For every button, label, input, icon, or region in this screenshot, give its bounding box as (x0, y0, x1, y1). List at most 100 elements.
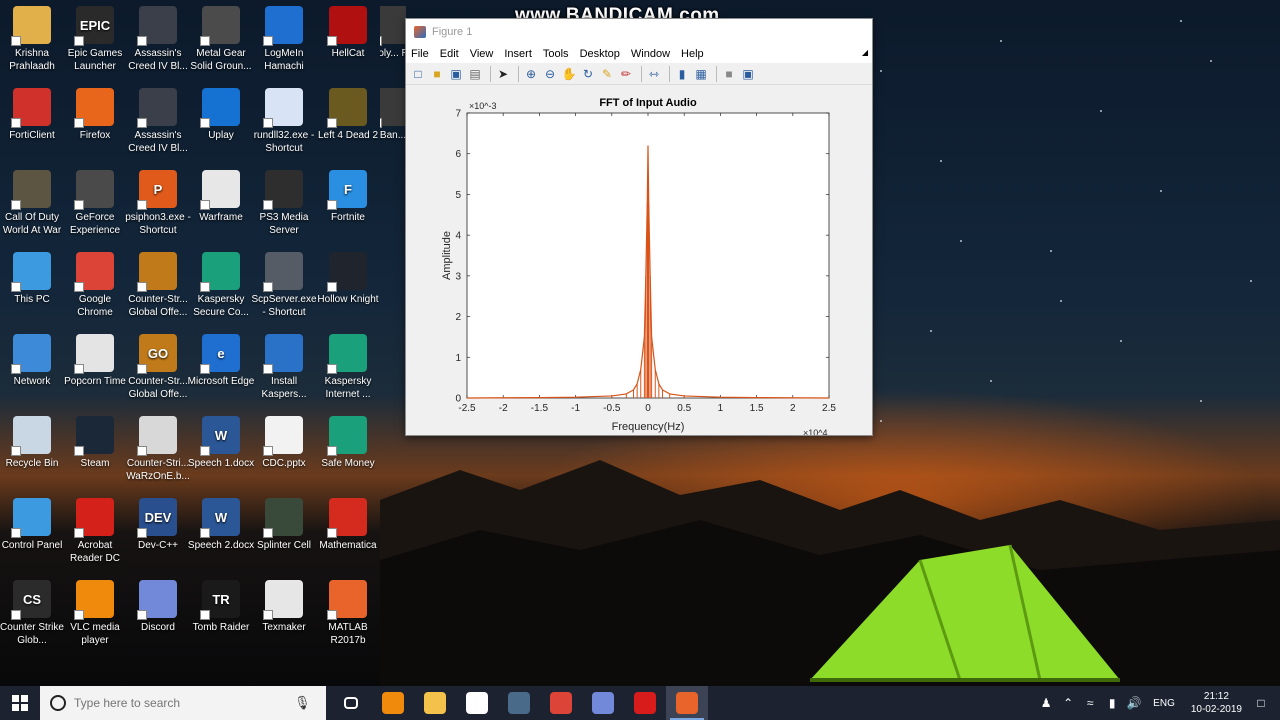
desktop-icon[interactable]: Counter-Str... Global Offe... (126, 248, 190, 328)
link-plot-icon[interactable]: ⇿ (646, 66, 662, 82)
open-file-icon[interactable]: ■ (429, 66, 445, 82)
desktop-icon[interactable]: Metal Gear Solid Groun... (189, 2, 253, 82)
insert-legend-icon[interactable]: ▦ (693, 66, 709, 82)
dock-arrow-icon[interactable]: ◢ (862, 48, 868, 57)
show-plot-tools-icon[interactable]: ▣ (740, 66, 756, 82)
menu-desktop[interactable]: Desktop (580, 48, 620, 60)
action-center-icon[interactable]: □ (1250, 696, 1272, 710)
desktop-icon[interactable]: Kaspersky Internet ... (316, 330, 380, 410)
desktop-icon[interactable]: Kaspersky Secure Co... (189, 248, 253, 328)
taskbar-app-button[interactable] (456, 686, 498, 720)
battery-icon[interactable]: ▮ (1101, 696, 1123, 710)
desktop-icon[interactable]: Assassin's Creed IV Bl... (126, 2, 190, 82)
desktop-icon[interactable]: This PC (0, 248, 64, 328)
menu-tools[interactable]: Tools (543, 48, 569, 60)
desktop-icon[interactable]: VLC media player (63, 576, 127, 656)
desktop-icon[interactable]: Acrobat Reader DC (63, 494, 127, 574)
microphone-icon[interactable]: 🎙 (294, 695, 311, 711)
taskbar-app-button[interactable] (330, 686, 372, 720)
desktop-icon[interactable]: Recycle Bin (0, 412, 64, 492)
zoom-out-icon[interactable]: ⊖ (542, 66, 558, 82)
zoom-in-icon[interactable]: ⊕ (523, 66, 539, 82)
wifi-icon[interactable]: ≈ (1079, 696, 1101, 710)
show-hidden-icons-chevron-icon[interactable]: ⌃ (1057, 696, 1079, 710)
desktop-icon[interactable]: Hollow Knight (316, 248, 380, 328)
desktop-icon[interactable]: e Microsoft Edge (188, 330, 254, 410)
start-button[interactable] (0, 686, 40, 720)
desktop-icon[interactable]: ScpServer.exe - Shortcut (251, 248, 317, 328)
desktop-icon[interactable]: W Speech 1.docx (188, 412, 254, 492)
desktop-icon[interactable]: TR Tomb Raider (189, 576, 253, 656)
taskbar-app-button[interactable] (372, 686, 414, 720)
taskbar-app-button[interactable] (540, 686, 582, 720)
desktop-icon[interactable]: FortiClient (0, 84, 64, 164)
data-cursor-icon[interactable]: ✎ (599, 66, 615, 82)
menu-help[interactable]: Help (681, 48, 704, 60)
desktop-icon[interactable]: Texmaker (252, 576, 316, 656)
desktop-icon[interactable]: Assassin's Creed IV Bl... (126, 84, 190, 164)
clock[interactable]: 21:12 10-02-2019 (1191, 690, 1242, 716)
save-icon[interactable]: ▣ (448, 66, 464, 82)
desktop-icon[interactable]: GeForce Experience (63, 166, 127, 246)
search-input[interactable] (74, 696, 294, 710)
taskbar-app-button[interactable] (414, 686, 456, 720)
desktop-icon[interactable]: Steam (63, 412, 127, 492)
desktop-icon[interactable]: EPIC Epic Games Launcher (63, 2, 127, 82)
print-icon[interactable]: ▤ (467, 66, 483, 82)
desktop-icon[interactable]: Install Kaspers... (252, 330, 316, 410)
rotate-3d-icon[interactable]: ↻ (580, 66, 596, 82)
desktop-icon[interactable]: LogMeIn Hamachi (252, 2, 316, 82)
desktop-icon[interactable]: GO Counter-Str... Global Offe... (126, 330, 190, 410)
taskbar-app-button[interactable] (624, 686, 666, 720)
menu-file[interactable]: File (411, 48, 429, 60)
desktop-icon[interactable]: Counter-Stri... WaRzOnE.b... (126, 412, 190, 492)
desktop-icon[interactable]: Warframe (189, 166, 253, 246)
desktop-icon[interactable]: Popcorn Time (63, 330, 127, 410)
desktop-icon[interactable]: Poly... R2 (380, 2, 406, 82)
desktop-icon[interactable]: DEV Dev-C++ (126, 494, 190, 574)
taskbar-app-button[interactable] (666, 686, 708, 720)
new-figure-icon[interactable]: □ (410, 66, 426, 82)
figure-titlebar[interactable]: Figure 1 (406, 19, 872, 45)
desktop-icon[interactable]: Google Chrome (63, 248, 127, 328)
matlab-figure-window[interactable]: Figure 1 File Edit View Insert Tools Des… (405, 18, 873, 438)
desktop-icon[interactable]: Left 4 Dead 2 (316, 84, 380, 164)
desktop-icon[interactable]: Control Panel (0, 494, 64, 574)
desktop-icon[interactable]: CS Counter Strike Glob... (0, 576, 64, 656)
desktop-icon[interactable]: Firefox (63, 84, 127, 164)
fft-plot[interactable]: FFT of Input Audio Frequency(Hz) Amplitude… (406, 86, 872, 438)
language-indicator[interactable]: ENG (1153, 698, 1175, 709)
menu-view[interactable]: View (470, 48, 494, 60)
menu-edit[interactable]: Edit (440, 48, 459, 60)
desktop-icon[interactable]: Ban... (380, 84, 406, 164)
people-icon[interactable]: ♟ (1035, 696, 1057, 710)
desktop-icon[interactable]: Network (0, 330, 64, 410)
desktop-icon[interactable]: W Speech 2.docx (188, 494, 254, 574)
taskbar-app-button[interactable] (582, 686, 624, 720)
brush-icon[interactable]: ✏ (618, 66, 634, 82)
insert-colorbar-icon[interactable]: ▮ (674, 66, 690, 82)
volume-icon[interactable]: 🔊 (1123, 696, 1145, 710)
desktop-icon[interactable]: Ppsiphon3.exe - Shortcut (125, 166, 191, 246)
desktop-icon[interactable]: rundll32.exe - Shortcut (252, 84, 316, 164)
menu-insert[interactable]: Insert (504, 48, 532, 60)
taskbar-app-button[interactable] (498, 686, 540, 720)
desktop-icon[interactable]: MATLAB R2017b (316, 576, 380, 656)
desktop-icon[interactable]: Call Of Duty World At War (0, 166, 64, 246)
desktop-icon[interactable]: Mathematica (316, 494, 380, 574)
desktop-icon[interactable]: Krishna Prahlaadh (0, 2, 64, 82)
pan-hand-icon[interactable]: ✋ (561, 66, 577, 82)
figure-canvas[interactable]: FFT of Input Audio Frequency(Hz) Amplitude… (406, 86, 872, 438)
desktop-icon[interactable]: Uplay (189, 84, 253, 164)
desktop-icon[interactable]: Safe Money (316, 412, 380, 492)
taskbar-search-box[interactable]: 🎙 (40, 686, 326, 720)
desktop-icon[interactable]: CDC.pptx (252, 412, 316, 492)
hide-plot-tools-icon[interactable]: ■ (721, 66, 737, 82)
desktop-icon[interactable]: Splinter Cell (252, 494, 316, 574)
desktop-icon[interactable]: F Fortnite (316, 166, 380, 246)
desktop-icon[interactable]: Discord (126, 576, 190, 656)
desktop-icon[interactable]: PS3 Media Server (252, 166, 316, 246)
desktop-icon[interactable]: HellCat (316, 2, 380, 82)
menu-window[interactable]: Window (631, 48, 670, 60)
cortana-icon[interactable] (50, 695, 66, 711)
